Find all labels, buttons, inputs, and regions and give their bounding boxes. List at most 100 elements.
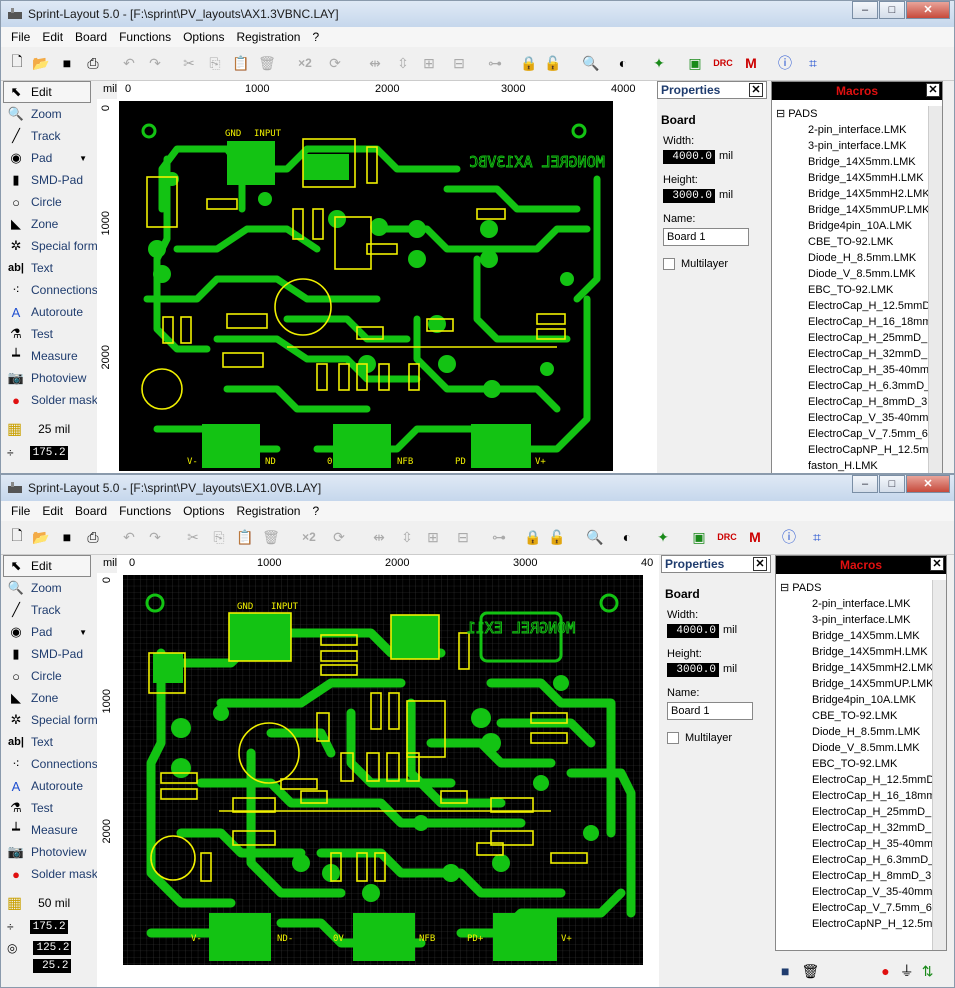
crop-icon[interactable]: ⌗ <box>807 527 827 547</box>
mirror-v-icon[interactable]: ⇳ <box>397 527 417 547</box>
macro-item[interactable]: ElectroCap_H_12.5mmD <box>772 298 928 314</box>
components-icon[interactable]: ⊶ <box>489 527 509 547</box>
macro-item[interactable]: 3-pin_interface.LMK <box>776 612 932 628</box>
mirror-h-icon[interactable]: ⇹ <box>369 527 389 547</box>
lock-icon[interactable]: 🔒 <box>523 527 543 547</box>
macro-item[interactable]: ElectroCapNP_H_12.5m <box>772 442 928 458</box>
macro-item[interactable]: Bridge_14X5mm.LMK <box>776 628 932 644</box>
copy-icon[interactable]: ⎘ <box>205 53 225 73</box>
macro-item[interactable]: ElectroCap_H_32mmD_ <box>776 820 932 836</box>
lock-icon[interactable]: 🔒 <box>519 53 539 73</box>
macro-item[interactable]: ElectroCap_V_7.5mm_6. <box>772 426 928 442</box>
macro-item[interactable]: ElectroCap_V_35-40mm <box>772 410 928 426</box>
pcb-canvas[interactable]: GND INPUT V- ND- 0V NFB PD+ V+ MONGREL E… <box>121 573 659 988</box>
maximize-button[interactable]: □ <box>879 475 905 493</box>
drc-wand-icon[interactable]: ✦ <box>649 53 669 73</box>
close-button[interactable]: ✕ <box>906 475 950 493</box>
info-icon[interactable]: ⓘ <box>779 527 799 547</box>
layer-toggle-icon[interactable]: ◐ <box>617 527 637 547</box>
macro-item[interactable]: EBC_TO-92.LMK <box>772 282 928 298</box>
tool-edit[interactable]: ⬉ Edit <box>3 81 91 103</box>
menu-registration[interactable]: Registration <box>230 504 306 518</box>
macro-item[interactable]: ElectroCap_H_35-40mm <box>776 836 932 852</box>
close-icon[interactable]: ✕ <box>930 557 944 571</box>
close-button[interactable]: ✕ <box>906 1 950 19</box>
crop-icon[interactable]: ⌗ <box>803 53 823 73</box>
delete-icon[interactable]: 🗑 <box>257 53 277 73</box>
macro-m-icon[interactable]: M <box>745 527 765 547</box>
macro-item[interactable]: Diode_H_8.5mm.LMK <box>772 250 928 266</box>
align-icon[interactable]: ⊞ <box>423 527 443 547</box>
close-icon[interactable]: ✕ <box>753 557 767 571</box>
mirror-v-icon[interactable]: ⇳ <box>393 53 413 73</box>
macro-item[interactable]: Bridge_14X5mmH2.LMK <box>776 660 932 676</box>
info-icon[interactable]: ⓘ <box>775 53 795 73</box>
macro-item[interactable]: Diode_H_8.5mm.LMK <box>776 724 932 740</box>
record-icon[interactable]: ● <box>881 963 889 979</box>
board-width-field[interactable]: 4000.0 <box>663 150 715 164</box>
board-name-field[interactable]: Board 1 <box>663 228 749 246</box>
collapse-icon[interactable]: ⊟ <box>776 108 785 120</box>
check-icon[interactable]: ▣ <box>689 527 709 547</box>
redo-icon[interactable]: ↷ <box>145 527 165 547</box>
macro-item[interactable]: ElectroCapNP_H_12.5m <box>776 916 932 932</box>
macro-item[interactable]: Diode_V_8.5mm.LMK <box>772 266 928 282</box>
print-icon[interactable]: ⎙ <box>83 527 103 547</box>
scrollbar[interactable] <box>932 580 946 950</box>
menu-functions[interactable]: Functions <box>113 30 177 44</box>
save-icon[interactable]: ■ <box>57 53 77 73</box>
macro-item[interactable]: Bridge_14X5mmH.LMK <box>776 644 932 660</box>
macro-item[interactable]: Diode_V_8.5mm.LMK <box>776 740 932 756</box>
menu-help[interactable]: ? <box>306 30 325 44</box>
cut-icon[interactable]: ✂ <box>183 527 203 547</box>
macro-item[interactable]: ElectroCap_H_8mmD_3 <box>776 868 932 884</box>
macro-item[interactable]: Bridge4pin_10A.LMK <box>772 218 928 234</box>
duplicate-x2-icon[interactable]: ×2 <box>299 527 319 547</box>
menu-file[interactable]: File <box>5 30 36 44</box>
menu-options[interactable]: Options <box>177 504 230 518</box>
paste-icon[interactable]: 📋 <box>235 527 255 547</box>
open-folder-icon[interactable]: 📂 <box>31 53 51 73</box>
copy-icon[interactable]: ⎘ <box>209 527 229 547</box>
macro-item[interactable]: ElectroCap_H_32mmD_ <box>772 346 928 362</box>
macro-item[interactable]: Bridge_14X5mm.LMK <box>772 154 928 170</box>
close-icon[interactable]: ✕ <box>749 83 763 97</box>
paste-icon[interactable]: 📋 <box>231 53 251 73</box>
macro-item[interactable]: Bridge_14X5mmH2.LMK <box>772 186 928 202</box>
filter-icon[interactable]: ⏚ <box>900 961 914 981</box>
macro-item[interactable]: CBE_TO-92.LMK <box>776 708 932 724</box>
macro-item[interactable]: faston_H.LMK <box>772 458 928 473</box>
layer-toggle-icon[interactable]: ◐ <box>613 53 633 73</box>
maximize-button[interactable]: □ <box>879 1 905 19</box>
macro-item[interactable]: ElectroCap_H_8mmD_3 <box>772 394 928 410</box>
scrollbar[interactable] <box>928 106 942 473</box>
tree-root-pads[interactable]: ⊟ PADS <box>772 106 928 122</box>
unlock-icon[interactable]: 🔓 <box>543 53 563 73</box>
menu-registration[interactable]: Registration <box>230 30 306 44</box>
pcb-canvas[interactable]: GND INPUT V- ND 0 NFB PD V+ MONGREL AX13… <box>117 99 657 474</box>
check-icon[interactable]: ▣ <box>685 53 705 73</box>
delete-icon[interactable]: 🗑 <box>261 527 281 547</box>
zoom-icon[interactable]: 🔍 <box>581 53 601 73</box>
macro-item[interactable]: EBC_TO-92.LMK <box>776 756 932 772</box>
group-icon[interactable]: ⊟ <box>453 527 473 547</box>
rotate-icon[interactable]: ⟳ <box>329 527 349 547</box>
group-icon[interactable]: ⊟ <box>449 53 469 73</box>
print-icon[interactable]: ⎙ <box>83 53 103 73</box>
board-name-field[interactable]: Board 1 <box>667 702 753 720</box>
drc-wand-icon[interactable]: ✦ <box>653 527 673 547</box>
macro-item[interactable]: Bridge_14X5mmUP.LMK <box>772 202 928 218</box>
open-folder-icon[interactable]: 📂 <box>31 527 51 547</box>
duplicate-x2-icon[interactable]: ×2 <box>295 53 315 73</box>
macro-item[interactable]: 2-pin_interface.LMK <box>776 596 932 612</box>
menu-file[interactable]: File <box>5 504 36 518</box>
menu-board[interactable]: Board <box>69 30 113 44</box>
menu-help[interactable]: ? <box>306 504 325 518</box>
board-height-field[interactable]: 3000.0 <box>663 189 715 203</box>
macro-item[interactable]: ElectroCap_H_12.5mmD <box>776 772 932 788</box>
new-file-icon[interactable]: 🗋 <box>7 527 27 547</box>
sort-icon[interactable]: ⇅ <box>922 963 934 980</box>
macro-item[interactable]: ElectroCap_H_16_18mm <box>772 314 928 330</box>
menu-functions[interactable]: Functions <box>113 504 177 518</box>
collapse-icon[interactable]: ⊟ <box>780 582 789 594</box>
